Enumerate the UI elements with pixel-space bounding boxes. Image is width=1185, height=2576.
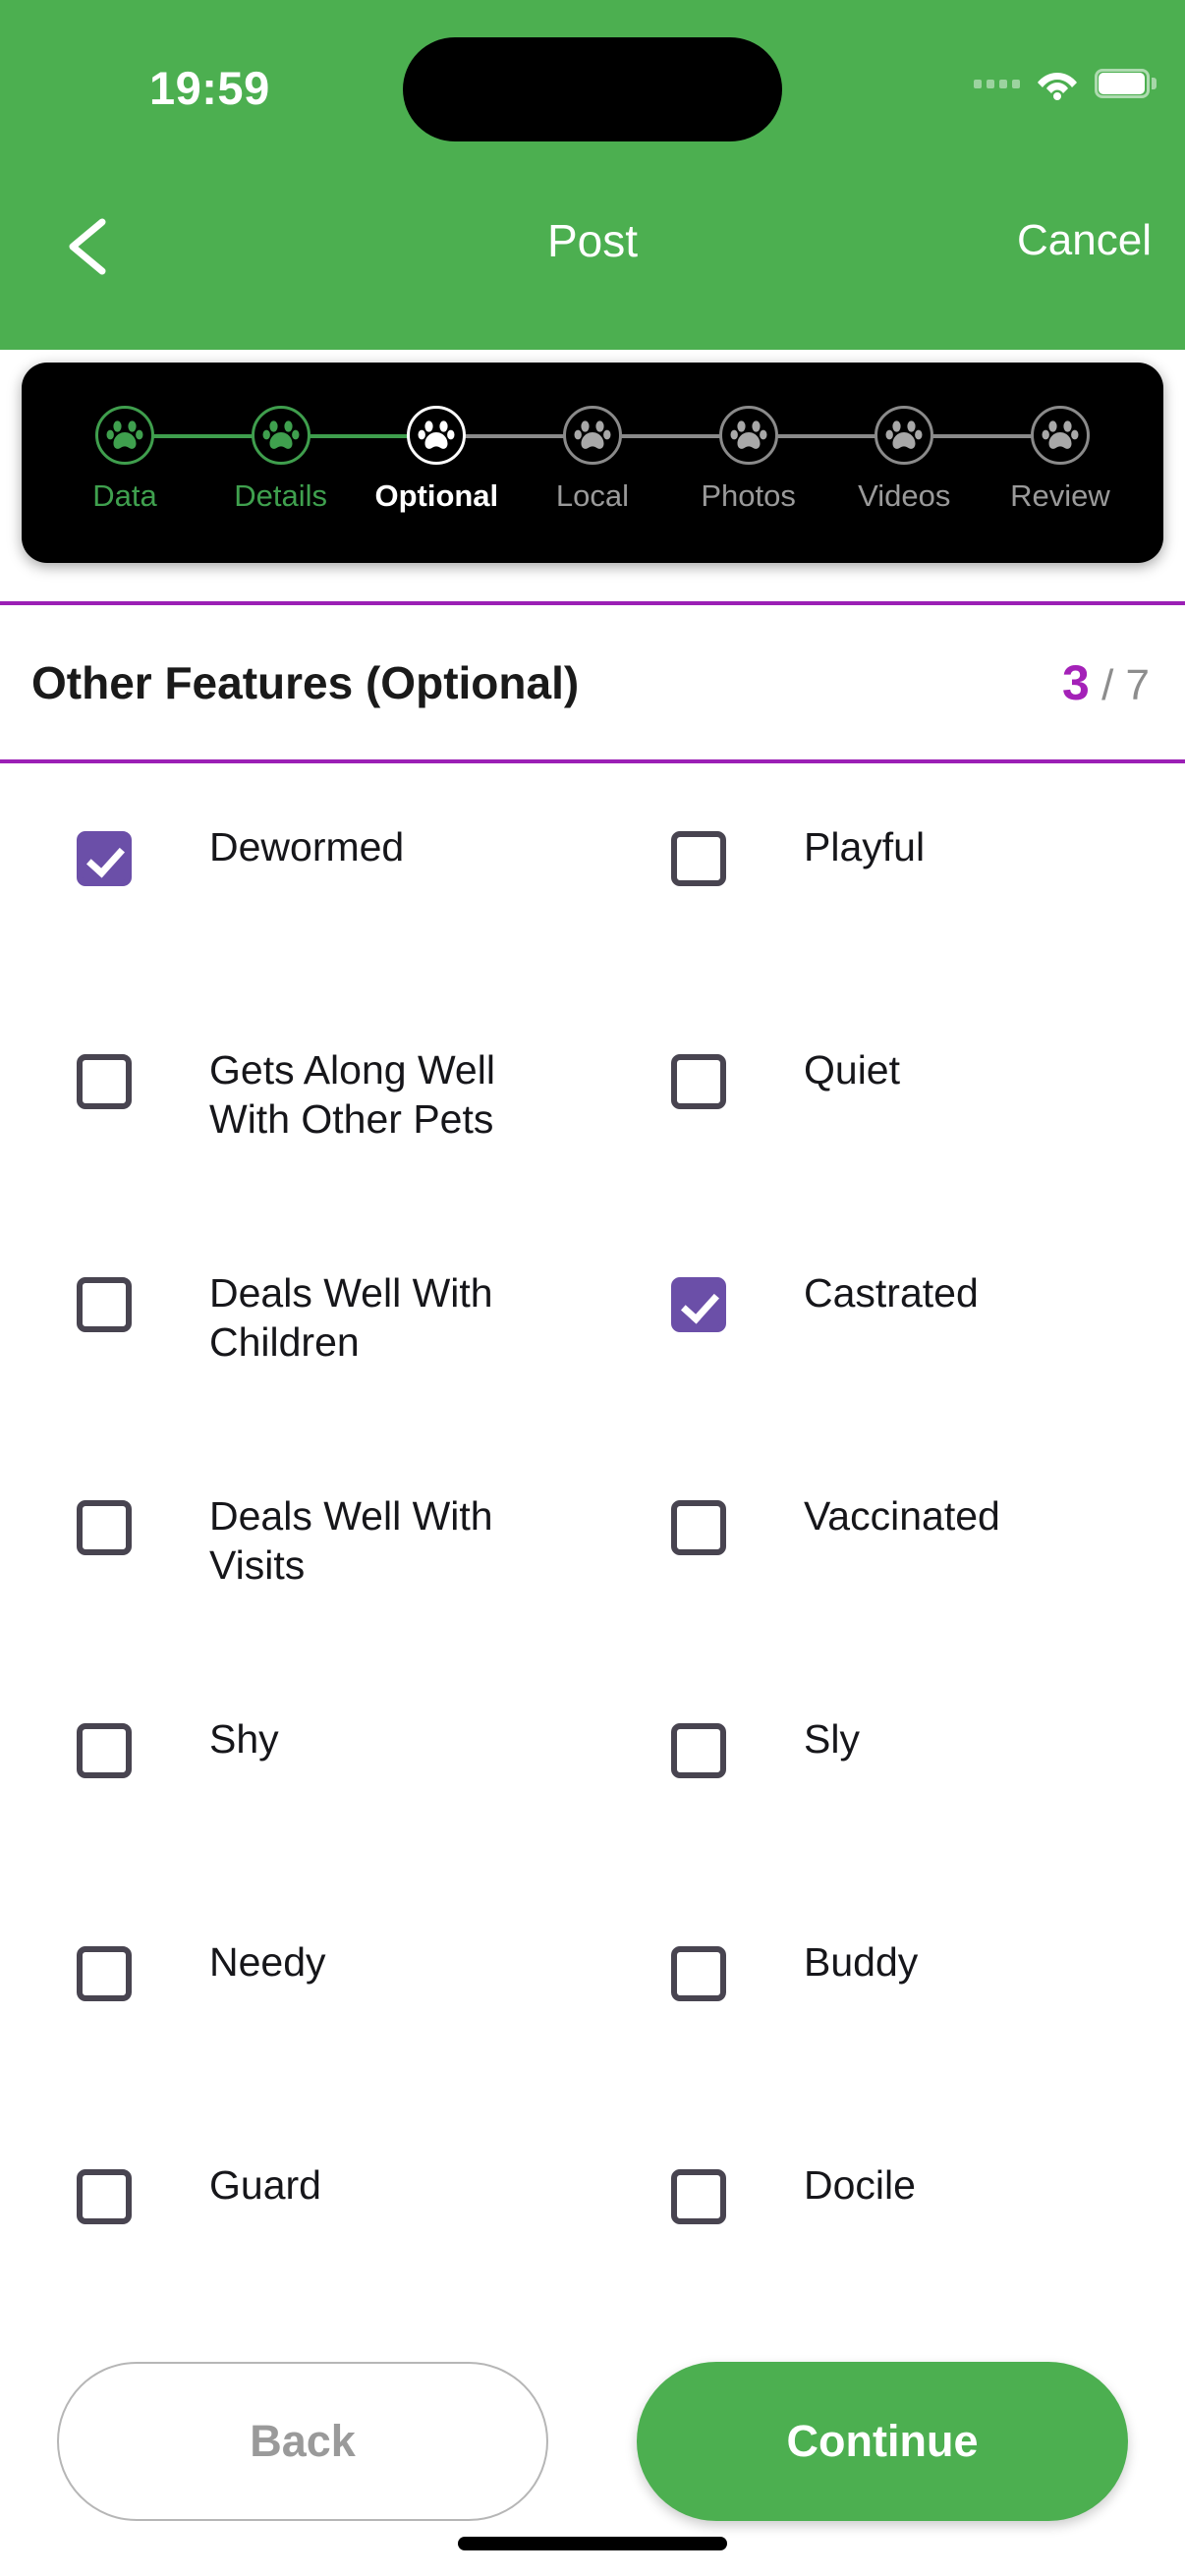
step-label: Optional — [374, 478, 499, 513]
step-review[interactable]: Review — [987, 406, 1134, 563]
feature-row: Deals Well With Children Castrated — [0, 1222, 1185, 1445]
feature-label: Deals Well With Visits — [209, 1493, 493, 1589]
step-counter: 3 / 7 — [1062, 654, 1150, 711]
footer-actions: Back Continue — [0, 2309, 1185, 2576]
step-label: Videos — [858, 478, 951, 513]
paw-icon — [1042, 420, 1079, 449]
feature-option[interactable]: Sly — [671, 1668, 1133, 1891]
feature-row: Deals Well With Visits Vaccinated — [0, 1445, 1185, 1668]
cancel-button[interactable]: Cancel — [1017, 216, 1152, 265]
feature-option[interactable]: Playful — [671, 776, 1133, 999]
step-videos[interactable]: Videos — [830, 406, 978, 563]
feature-label: Guard — [209, 2162, 321, 2208]
feature-option[interactable]: Quiet — [671, 999, 1133, 1222]
checkbox-unchecked-icon[interactable] — [671, 1054, 726, 1109]
checkbox-unchecked-icon[interactable] — [671, 1946, 726, 2001]
back-step-button[interactable]: Back — [57, 2362, 548, 2521]
checkbox-unchecked-icon[interactable] — [671, 1500, 726, 1555]
feature-option[interactable]: Needy — [77, 1891, 568, 2114]
step-icon-wrapper — [95, 406, 154, 465]
status-bar: 19:59 — [0, 0, 1185, 187]
feature-row: Guard Docile — [0, 2114, 1185, 2319]
step-photos[interactable]: Photos — [675, 406, 822, 563]
feature-option[interactable]: Docile — [671, 2114, 1133, 2319]
dynamic-island — [403, 37, 782, 141]
paw-icon — [574, 420, 611, 449]
feature-label: Dewormed — [209, 824, 405, 869]
checkbox-unchecked-icon[interactable] — [77, 1946, 132, 2001]
battery-icon — [1095, 69, 1157, 98]
step-icon-wrapper — [407, 406, 467, 465]
step-counter-total: / 7 — [1101, 660, 1150, 709]
feature-label: Quiet — [804, 1047, 900, 1092]
step-list: Data Details Optional Local Photos Videos Revi… — [22, 363, 1163, 563]
paw-icon — [730, 420, 767, 449]
checkbox-unchecked-icon[interactable] — [77, 1723, 132, 1778]
feature-row: Shy Sly — [0, 1668, 1185, 1891]
feature-option[interactable]: Vaccinated — [671, 1445, 1133, 1668]
status-time: 19:59 — [149, 62, 270, 114]
step-counter-current: 3 — [1062, 654, 1090, 710]
step-icon-wrapper — [875, 406, 934, 465]
step-data[interactable]: Data — [51, 406, 198, 563]
checkbox-unchecked-icon[interactable] — [671, 2169, 726, 2224]
feature-option[interactable]: Dewormed — [77, 776, 568, 999]
feature-label: Playful — [804, 824, 926, 869]
feature-label: Deals Well With Children — [209, 1270, 493, 1366]
step-label: Photos — [701, 478, 796, 513]
wifi-icon — [1036, 67, 1079, 100]
page-title: Post — [546, 215, 639, 266]
feature-label: Castrated — [804, 1270, 979, 1316]
step-label: Review — [1010, 478, 1110, 513]
feature-row: Needy Buddy — [0, 1891, 1185, 2114]
paw-icon — [418, 420, 455, 449]
navigation-bar: Post Cancel — [0, 196, 1185, 305]
feature-option[interactable]: Castrated — [671, 1222, 1133, 1445]
feature-label: Buddy — [804, 1939, 919, 1985]
step-label: Details — [234, 478, 328, 513]
section-header: Other Features (Optional) 3 / 7 — [0, 601, 1185, 763]
feature-label: Gets Along Well With Other Pets — [209, 1047, 495, 1143]
checkbox-unchecked-icon[interactable] — [671, 831, 726, 886]
paw-icon — [885, 420, 923, 449]
feature-option[interactable]: Deals Well With Visits — [77, 1445, 568, 1668]
step-optional[interactable]: Optional — [363, 406, 510, 563]
feature-label: Shy — [209, 1716, 279, 1762]
step-progress-card: Data Details Optional Local Photos Videos Revi… — [22, 363, 1163, 563]
step-label: Local — [555, 478, 630, 513]
checkbox-unchecked-icon[interactable] — [77, 1277, 132, 1332]
step-local[interactable]: Local — [519, 406, 666, 563]
checkbox-unchecked-icon[interactable] — [77, 1054, 132, 1109]
feature-label: Docile — [804, 2162, 916, 2208]
feature-row: Dewormed Playful — [0, 776, 1185, 999]
checkbox-checked-icon[interactable] — [77, 831, 132, 886]
step-icon-wrapper — [562, 406, 622, 465]
features-checkbox-list: Dewormed Playful Gets Along Well With Othe… — [0, 776, 1185, 2319]
feature-label: Needy — [209, 1939, 326, 1985]
checkbox-unchecked-icon[interactable] — [77, 1500, 132, 1555]
feature-option[interactable]: Buddy — [671, 1891, 1133, 2114]
step-icon-wrapper — [718, 406, 778, 465]
feature-option[interactable]: Shy — [77, 1668, 568, 1891]
checkbox-unchecked-icon[interactable] — [671, 1723, 726, 1778]
status-indicators — [974, 59, 1157, 108]
checkbox-unchecked-icon[interactable] — [77, 2169, 132, 2224]
home-indicator — [458, 2537, 727, 2550]
step-label: Data — [92, 478, 157, 513]
feature-option[interactable]: Deals Well With Children — [77, 1222, 568, 1445]
paw-icon — [262, 420, 300, 449]
feature-option[interactable]: Guard — [77, 2114, 568, 2319]
step-icon-wrapper — [1030, 406, 1090, 465]
paw-icon — [106, 420, 143, 449]
checkbox-checked-icon[interactable] — [671, 1277, 726, 1332]
feature-row: Gets Along Well With Other Pets Quiet — [0, 999, 1185, 1222]
step-details[interactable]: Details — [207, 406, 355, 563]
feature-label: Vaccinated — [804, 1493, 1000, 1539]
continue-button[interactable]: Continue — [637, 2362, 1128, 2521]
signal-dots-icon — [974, 79, 1020, 88]
feature-option[interactable]: Gets Along Well With Other Pets — [77, 999, 568, 1222]
step-icon-wrapper — [251, 406, 310, 465]
feature-label: Sly — [804, 1716, 860, 1762]
section-title: Other Features (Optional) — [31, 656, 580, 708]
